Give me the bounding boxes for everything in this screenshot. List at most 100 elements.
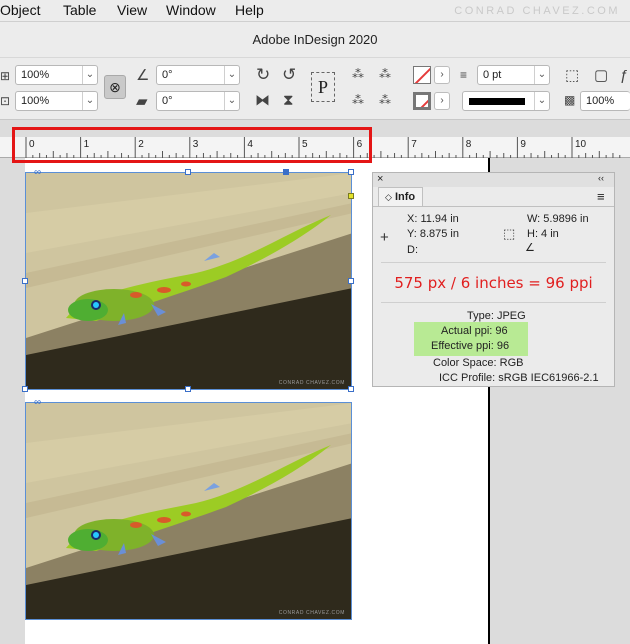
gecko-photo bbox=[26, 173, 351, 389]
fill-swatch-icon[interactable] bbox=[413, 66, 431, 84]
menu-table[interactable]: Table bbox=[63, 2, 96, 18]
flip-horizontal-icon[interactable]: ⧓ bbox=[255, 93, 270, 108]
link-chain-icon[interactable]: ∞ bbox=[34, 168, 41, 178]
ruler-label: 5 bbox=[302, 139, 308, 150]
effects-icon[interactable]: ƒ bbox=[620, 68, 628, 83]
scale-x-field[interactable]: 100% ⌄ bbox=[15, 65, 98, 85]
link-chain-icon[interactable]: ∞ bbox=[34, 398, 41, 408]
stroke-type-field[interactable]: ⌄ bbox=[462, 91, 550, 111]
menu-view[interactable]: View bbox=[117, 2, 147, 18]
reference-point-icon-2[interactable]: ⊡ bbox=[0, 95, 10, 107]
ruler-ticks: 0 1 2 3 4 5 6 7 8 9 10 bbox=[25, 137, 621, 158]
chevron-down-icon[interactable]: ⌄ bbox=[534, 66, 549, 84]
ppi-annotation: 575 px / 6 inches = 96 ppi bbox=[394, 274, 593, 292]
chevron-down-icon[interactable]: ⌄ bbox=[82, 66, 97, 84]
rotate-angle-field[interactable]: 0° ⌄ bbox=[156, 65, 240, 85]
dimension-icon: ⬚ bbox=[503, 226, 516, 241]
selection-handle[interactable] bbox=[22, 386, 28, 392]
rotate-cw-icon[interactable]: ↻ bbox=[256, 66, 270, 83]
stroke-swatch-menu-icon[interactable]: › bbox=[434, 92, 450, 110]
ruler-label: 10 bbox=[575, 139, 587, 150]
distribute-icon-2[interactable]: ⁂ bbox=[379, 68, 391, 80]
menu-window[interactable]: Window bbox=[166, 2, 216, 18]
info-icc-profile: ICC Profile: sRGB IEC61966-2.1 bbox=[439, 372, 599, 384]
divider bbox=[381, 262, 606, 263]
info-panel-body: + X: 11.94 in Y: 8.875 in D: ⬚ W: 5.9896… bbox=[373, 206, 614, 386]
drop-shadow-icon[interactable]: ▢ bbox=[594, 68, 608, 83]
info-x: X: 11.94 in bbox=[407, 213, 459, 225]
info-effective-ppi: Effective ppi: 96 bbox=[431, 340, 510, 352]
selection-handle-center[interactable] bbox=[283, 169, 289, 175]
title-bar: Adobe InDesign 2020 bbox=[0, 22, 630, 58]
angle-icon: ∠ bbox=[525, 242, 535, 254]
distribute-icon[interactable]: ⁂ bbox=[352, 68, 364, 80]
opacity-field[interactable]: 100% bbox=[580, 91, 630, 111]
info-panel-titlebar: × ‹‹ bbox=[373, 173, 614, 187]
tab-info-label: Info bbox=[394, 191, 416, 203]
selection-handle[interactable] bbox=[348, 169, 354, 175]
divider bbox=[381, 302, 606, 303]
select-container-icon[interactable]: ⬚ bbox=[565, 68, 579, 83]
scale-y-value: 100% bbox=[21, 95, 50, 107]
ruler-label: 0 bbox=[29, 139, 35, 150]
chevron-down-icon[interactable]: ⌄ bbox=[224, 66, 239, 84]
image-frame-top[interactable]: CONRAD CHAVEZ.COM bbox=[25, 172, 352, 390]
pasteboard-left bbox=[0, 120, 26, 644]
distribute-icon-3[interactable]: ⁂ bbox=[352, 94, 364, 106]
info-actual-ppi: Actual ppi: 96 bbox=[441, 325, 508, 337]
selection-handle[interactable] bbox=[348, 278, 354, 284]
info-color-space: Color Space: RGB bbox=[433, 357, 524, 369]
stroke-swatch-icon[interactable] bbox=[413, 92, 431, 110]
ruler-label: 1 bbox=[84, 139, 90, 150]
scale-x-value: 100% bbox=[21, 69, 50, 81]
close-icon[interactable]: × bbox=[377, 173, 383, 185]
ruler-label: 6 bbox=[357, 139, 363, 150]
constrain-link-icon[interactable]: ⊗ bbox=[104, 75, 126, 99]
selection-handle[interactable] bbox=[185, 169, 191, 175]
panel-menu-icon[interactable]: ≡ bbox=[597, 189, 605, 204]
rotate-icon: ∠ bbox=[136, 67, 150, 84]
rotate-ccw-icon[interactable]: ↺ bbox=[282, 66, 296, 83]
scale-y-field[interactable]: 100% ⌄ bbox=[15, 91, 98, 111]
shear-angle-field[interactable]: 0° ⌄ bbox=[156, 91, 240, 111]
stroke-weight-field[interactable]: 0 pt ⌄ bbox=[477, 65, 550, 85]
stroke-weight-value: 0 pt bbox=[483, 69, 502, 81]
rotate-angle-value: 0° bbox=[162, 69, 173, 81]
ruler-label: 3 bbox=[193, 139, 199, 150]
image-credit: CONRAD CHAVEZ.COM bbox=[278, 610, 345, 616]
ruler-label: 4 bbox=[247, 139, 253, 150]
corner-options-handle[interactable] bbox=[348, 193, 354, 199]
ruler-label: 2 bbox=[138, 139, 144, 150]
selection-handle[interactable] bbox=[22, 278, 28, 284]
tab-info[interactable]: ◇ Info bbox=[378, 187, 423, 206]
info-y: Y: 8.875 in bbox=[407, 228, 459, 240]
info-panel: × ‹‹ ◇ Info ≡ + X: 11.94 in Y: 8.875 in … bbox=[372, 172, 615, 387]
tab-chevron-icon: ◇ bbox=[385, 192, 392, 202]
image-frame-bottom[interactable]: CONRAD CHAVEZ.COM bbox=[25, 402, 352, 620]
image-credit: CONRAD CHAVEZ.COM bbox=[278, 380, 345, 386]
selection-handle[interactable] bbox=[348, 386, 354, 392]
info-type: Type: JPEG bbox=[467, 310, 526, 322]
shear-angle-value: 0° bbox=[162, 95, 173, 107]
chevron-down-icon[interactable]: ⌄ bbox=[534, 92, 549, 110]
flip-vertical-icon[interactable]: ⧗ bbox=[283, 93, 294, 108]
collapse-icon[interactable]: ‹‹ bbox=[598, 173, 604, 183]
info-w: W: 5.9896 in bbox=[527, 213, 589, 225]
ruler-label: 9 bbox=[520, 139, 526, 150]
distribute-icon-4[interactable]: ⁂ bbox=[379, 94, 391, 106]
menu-bar: Object Table View Window Help CONRAD CHA… bbox=[0, 0, 630, 22]
chevron-down-icon[interactable]: ⌄ bbox=[224, 92, 239, 110]
watermark: CONRAD CHAVEZ.COM bbox=[454, 5, 620, 17]
info-d: D: bbox=[407, 244, 418, 256]
menu-help[interactable]: Help bbox=[235, 2, 264, 18]
menu-object[interactable]: Object bbox=[0, 2, 40, 18]
paragraph-symbol-button[interactable]: P bbox=[311, 72, 335, 102]
ruler-label: 7 bbox=[411, 139, 417, 150]
horizontal-ruler[interactable]: 0 1 2 3 4 5 6 7 8 9 10 bbox=[0, 137, 630, 158]
fill-swatch-menu-icon[interactable]: › bbox=[434, 66, 450, 84]
stroke-type-preview bbox=[469, 98, 525, 105]
selection-handle[interactable] bbox=[185, 386, 191, 392]
ruler-label: 8 bbox=[466, 139, 472, 150]
reference-point-icon[interactable]: ⊞ bbox=[0, 70, 10, 82]
chevron-down-icon[interactable]: ⌄ bbox=[82, 92, 97, 110]
